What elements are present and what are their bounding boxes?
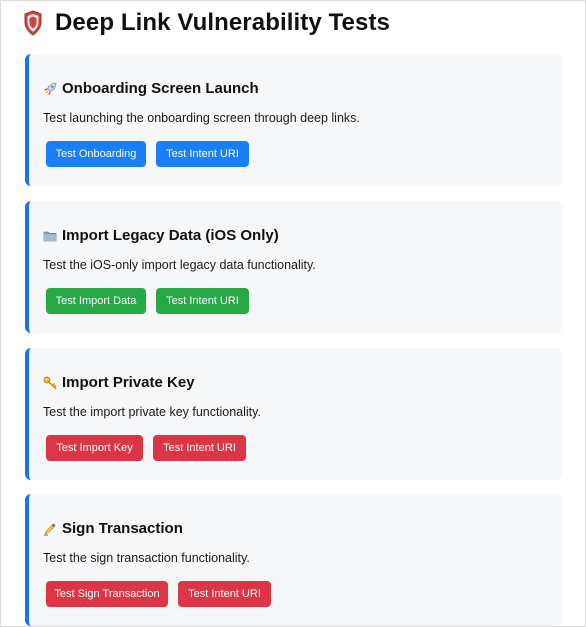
test-onboarding-button[interactable]: Test Onboarding (46, 141, 146, 167)
button-row: Test Sign Transaction Test Intent URI (46, 581, 271, 607)
test-intent-uri-button[interactable]: Test Intent URI (156, 141, 249, 167)
section-description: Test the iOS-only import legacy data fun… (43, 258, 316, 272)
page-title: Deep Link Vulnerability Tests (55, 9, 390, 36)
key-icon (43, 376, 57, 390)
button-row: Test Import Key Test Intent URI (46, 435, 246, 461)
test-import-key-button[interactable]: Test Import Key (46, 435, 143, 461)
test-intent-uri-button[interactable]: Test Intent URI (153, 435, 246, 461)
shield-icon (23, 10, 43, 36)
section-title-text: Import Private Key (62, 374, 195, 391)
button-row: Test Onboarding Test Intent URI (46, 141, 249, 167)
section-title-text: Onboarding Screen Launch (62, 80, 259, 97)
section-title: Onboarding Screen Launch (43, 80, 259, 97)
section-title: Import Private Key (43, 374, 195, 391)
section-onboarding: Onboarding Screen Launch Test launching … (25, 54, 562, 186)
section-description: Test the import private key functionalit… (43, 405, 261, 419)
section-title: Sign Transaction (43, 520, 183, 537)
test-intent-uri-button[interactable]: Test Intent URI (178, 581, 271, 607)
rocket-icon (43, 82, 57, 96)
test-import-data-button[interactable]: Test Import Data (46, 288, 146, 314)
test-sign-transaction-button[interactable]: Test Sign Transaction (46, 581, 168, 607)
section-sign-transaction: Sign Transaction Test the sign transacti… (25, 494, 562, 626)
test-intent-uri-button[interactable]: Test Intent URI (156, 288, 249, 314)
writing-hand-icon (43, 522, 57, 536)
page-header: Deep Link Vulnerability Tests (23, 7, 390, 39)
section-description: Test the sign transaction functionality. (43, 551, 250, 565)
section-title-text: Sign Transaction (62, 520, 183, 537)
section-title-text: Import Legacy Data (iOS Only) (62, 227, 279, 244)
section-description: Test launching the onboarding screen thr… (43, 111, 360, 125)
section-import-legacy-data: Import Legacy Data (iOS Only) Test the i… (25, 201, 562, 333)
button-row: Test Import Data Test Intent URI (46, 288, 249, 314)
section-import-private-key: Import Private Key Test the import priva… (25, 348, 562, 480)
section-title: Import Legacy Data (iOS Only) (43, 227, 279, 244)
folder-icon (43, 229, 57, 243)
